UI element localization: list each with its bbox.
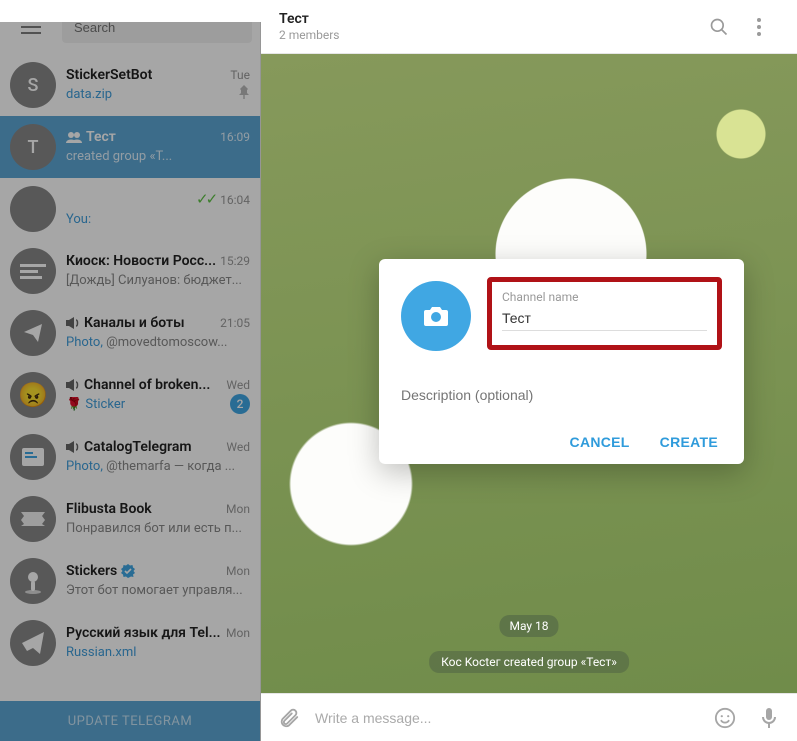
chat-subtitle: 2 members xyxy=(279,28,699,42)
camera-icon xyxy=(422,304,450,328)
set-photo-button[interactable] xyxy=(401,281,471,351)
channel-name-input[interactable] xyxy=(502,306,707,331)
composer xyxy=(261,693,797,741)
cancel-button[interactable]: CANCEL xyxy=(570,434,630,450)
channel-name-label: Channel name xyxy=(502,290,707,304)
channel-name-highlight: Channel name xyxy=(487,277,722,350)
date-badge: May 18 xyxy=(499,615,558,637)
voice-button[interactable] xyxy=(751,700,787,736)
chat-header-info[interactable]: Тест 2 members xyxy=(279,11,699,42)
mic-icon xyxy=(761,707,777,729)
smile-icon xyxy=(714,707,736,729)
emoji-button[interactable] xyxy=(707,700,743,736)
channel-description-input[interactable] xyxy=(401,387,722,403)
search-icon xyxy=(709,17,729,37)
kebab-icon xyxy=(757,18,761,36)
chat-header: Тест 2 members xyxy=(261,0,797,54)
service-message: Кос Koctег created group «Тест» xyxy=(429,651,629,673)
attach-button[interactable] xyxy=(271,700,307,736)
paperclip-icon xyxy=(278,707,300,729)
message-input[interactable] xyxy=(315,710,699,726)
chat-menu-button[interactable] xyxy=(739,7,779,47)
chat-title: Тест xyxy=(279,11,699,27)
create-button[interactable]: CREATE xyxy=(660,434,718,450)
search-in-chat-button[interactable] xyxy=(699,7,739,47)
create-channel-dialog: Channel name CANCEL CREATE xyxy=(379,259,744,464)
